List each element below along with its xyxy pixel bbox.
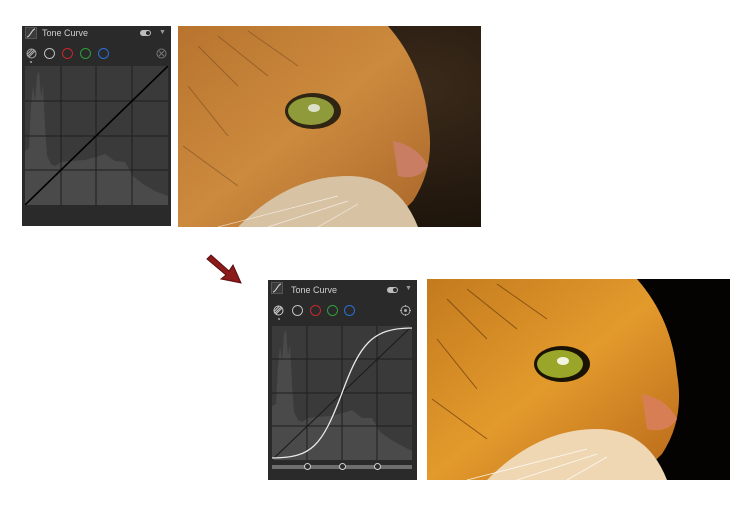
curve-graph[interactable]: [272, 326, 412, 460]
split-handle[interactable]: [374, 463, 381, 470]
red-arrow-icon: [206, 254, 242, 284]
channel-selector: [22, 48, 171, 60]
rgb-channel-button[interactable]: [44, 48, 55, 59]
tone-curve-icon[interactable]: [271, 282, 283, 294]
cat-photo-after: [427, 279, 730, 480]
tone-curve-panel-after: Tone Curve ▼: [268, 280, 417, 480]
tone-curve-icon[interactable]: [25, 27, 37, 39]
channel-selector: [268, 305, 417, 317]
toggle-switch-icon[interactable]: [140, 30, 151, 36]
red-channel-button[interactable]: [62, 48, 73, 59]
menu-arrow-icon[interactable]: ▼: [405, 285, 412, 292]
target-adjust-icon[interactable]: [156, 48, 167, 59]
menu-arrow-icon[interactable]: ▼: [159, 29, 166, 36]
region-slider[interactable]: [272, 463, 412, 470]
panel-title: Tone Curve: [42, 28, 89, 38]
luminance-channel-icon[interactable]: [26, 48, 37, 59]
panel-title: Tone Curve: [291, 285, 338, 295]
target-adjust-icon[interactable]: [400, 305, 411, 316]
split-handle[interactable]: [339, 463, 346, 470]
green-channel-button[interactable]: [80, 48, 91, 59]
blue-channel-button[interactable]: [98, 48, 109, 59]
curve-graph[interactable]: [25, 66, 168, 205]
cat-photo-before: [178, 26, 481, 227]
blue-channel-button[interactable]: [344, 305, 355, 316]
toggle-switch-icon[interactable]: [387, 287, 398, 293]
red-channel-button[interactable]: [310, 305, 321, 316]
green-channel-button[interactable]: [327, 305, 338, 316]
luminance-channel-icon[interactable]: [273, 305, 284, 316]
tone-curve-panel-before: Tone Curve ▼: [22, 26, 171, 226]
rgb-channel-button[interactable]: [292, 305, 303, 316]
split-handle[interactable]: [304, 463, 311, 470]
